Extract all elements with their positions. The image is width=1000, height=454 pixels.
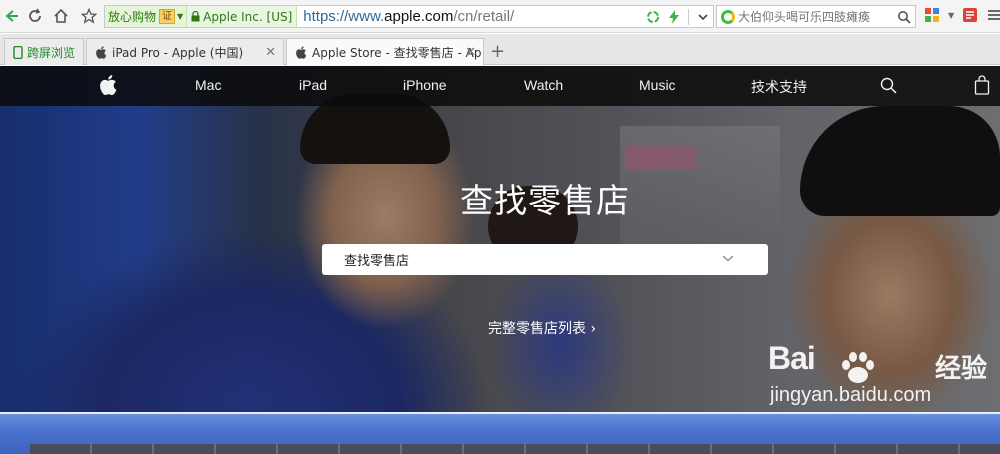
safe-shopping-badge[interactable]: 放心购物 证 ▼ [105,6,188,27]
browser-toolbar: 放心购物 证 ▼ Apple Inc. [US] https://www.app… [0,0,1000,33]
bookmark-star-icon[interactable] [78,5,100,27]
url-path: /cn/retail/ [453,8,515,25]
safe-shopping-label: 放心购物 [108,10,157,24]
certificate-badge: 证 [159,9,176,24]
shelf-decoration [625,146,695,170]
watermark-logo-cn: 经验 [935,354,988,384]
shopping-bag-icon[interactable] [974,75,990,95]
next-section-preview [0,412,1000,454]
full-store-list-link[interactable]: 完整零售店列表 › [488,318,596,338]
apple-logo-icon [296,46,307,59]
store-select-dropdown[interactable]: 查找零售店 [322,244,768,275]
paw-icon [842,352,874,383]
page-title: 查找零售店 [460,181,630,220]
browser-search-input[interactable] [738,9,888,24]
ssl-identity-badge[interactable]: Apple Inc. [US] [187,6,298,27]
new-tab-button[interactable]: + [490,41,505,62]
apps-grid-icon[interactable] [924,7,940,23]
tab-apple-store[interactable]: Apple Store - 查找零售店 - Ap ✕ [286,38,484,66]
tab-label: iPad Pro - Apple (中国) [112,45,244,60]
chevron-down-icon[interactable] [697,11,709,23]
search-icon[interactable] [897,10,911,24]
caret-down-icon: ▼ [177,12,184,21]
refresh-icon[interactable] [24,5,46,27]
home-icon[interactable] [50,5,72,27]
nav-item-music[interactable]: Music [639,77,676,93]
tab-label: Apple Store - 查找零售店 - Ap [312,46,482,60]
nav-item-support[interactable]: 技术支持 [751,77,807,97]
lock-icon [191,11,200,22]
search-engine-icon[interactable] [721,9,735,24]
close-tab-icon[interactable]: ✕ [465,45,476,60]
store-select-value: 查找零售店 [344,254,410,269]
url-host: apple.com [384,8,454,25]
browser-search-box[interactable] [716,5,916,28]
nav-item-watch[interactable]: Watch [524,77,563,93]
caret-down-icon[interactable]: ▼ [948,11,954,20]
photo-shape [30,444,1000,454]
extension-icon[interactable] [962,7,978,23]
nav-item-iphone[interactable]: iPhone [403,77,447,93]
nav-item-mac[interactable]: Mac [195,77,221,93]
sync-green-icon[interactable] [646,10,660,24]
lightning-icon[interactable] [668,10,680,24]
web-page: Mac iPad iPhone Watch Music 技术支持 查找零售店 查… [0,66,1000,454]
watermark-logo: Bai [768,340,816,376]
nav-item-ipad[interactable]: iPad [299,77,327,93]
apple-logo-icon [96,45,107,59]
close-tab-icon[interactable]: ✕ [265,45,276,60]
url-text[interactable]: https://www.apple.com/cn/retail/ [297,8,514,25]
back-arrow-icon[interactable] [0,5,22,27]
address-bar[interactable]: 放心购物 证 ▼ Apple Inc. [US] https://www.app… [104,5,714,28]
tab-label: 跨屏浏览 [26,45,75,60]
tab-bar: 跨屏浏览 iPad Pro - Apple (中国) ✕ Apple Store… [0,34,1000,66]
apple-logo-icon[interactable] [99,74,117,96]
tab-cross-screen[interactable]: 跨屏浏览 [4,38,84,65]
watermark-url: jingyan.baidu.com [770,384,932,406]
apple-global-nav: Mac iPad iPhone Watch Music 技术支持 [0,66,1000,106]
chevron-down-icon [722,255,734,262]
phone-icon [13,45,23,59]
ssl-org-name: Apple Inc. [US] [203,9,293,24]
url-scheme: https://www. [303,8,385,25]
menu-icon[interactable] [986,7,1000,23]
tab-ipad-pro[interactable]: iPad Pro - Apple (中国) ✕ [86,38,284,65]
search-icon[interactable] [880,77,897,94]
